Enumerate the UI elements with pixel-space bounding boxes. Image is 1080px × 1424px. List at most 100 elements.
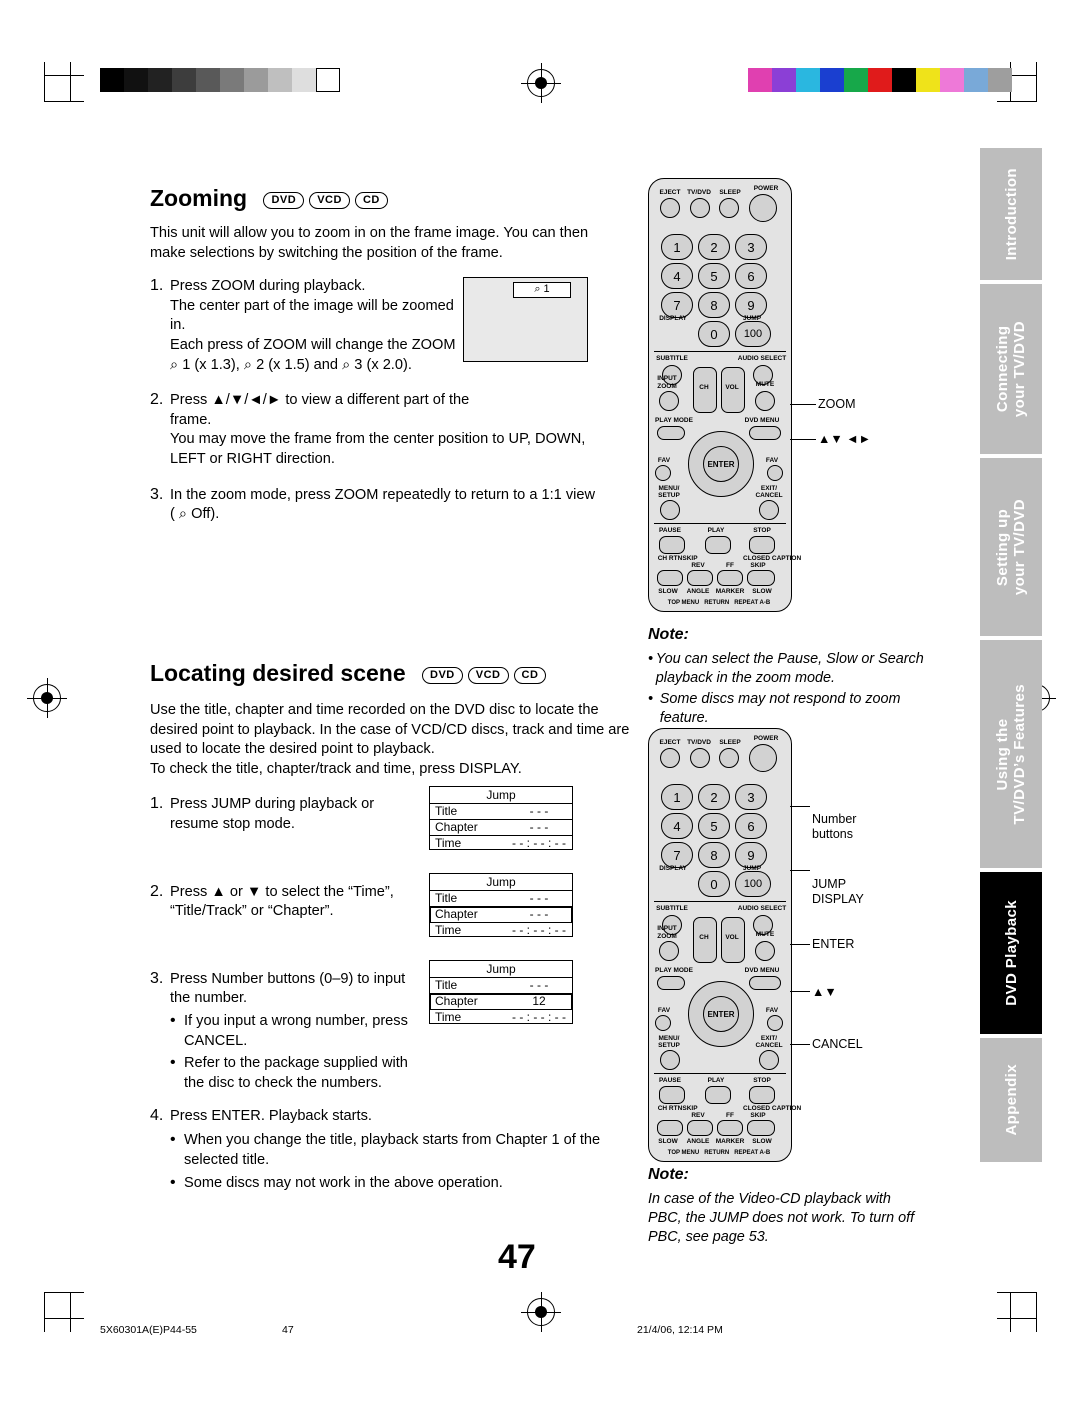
remote-exit-cancel-button[interactable] xyxy=(759,500,779,520)
remote-play-button[interactable] xyxy=(705,536,731,554)
remote-stop-button[interactable] xyxy=(749,536,775,554)
remote-play-mode-button[interactable] xyxy=(657,976,685,990)
note-text: Some discs may not respond to zoom featu… xyxy=(659,691,901,726)
remote-dvd-menu-button[interactable] xyxy=(749,976,781,990)
side-tab-setting-up[interactable]: Setting up your TV/DVD xyxy=(980,458,1042,636)
side-tab-introduction[interactable]: Introduction xyxy=(980,148,1042,280)
remote-tvdvd-button[interactable] xyxy=(690,748,710,768)
remote-number-1[interactable]: 1 xyxy=(661,234,693,260)
remote-number-8[interactable]: 8 xyxy=(698,292,730,318)
side-tab-using-features[interactable]: Using the TV/DVD’s Features xyxy=(980,640,1042,868)
side-tab-connecting[interactable]: Connecting your TV/DVD xyxy=(980,284,1042,454)
remote-number-1[interactable]: 1 xyxy=(661,784,693,810)
remote-menu-setup-button[interactable] xyxy=(660,500,680,520)
remote-stop-button[interactable] xyxy=(749,1086,775,1104)
jump-row-label: Time xyxy=(435,1010,462,1024)
remote-eject-button[interactable] xyxy=(660,748,680,768)
remote-label-sleep: SLEEP xyxy=(719,189,741,196)
remote-label-display: DISPLAY xyxy=(659,315,687,322)
remote-number-2[interactable]: 2 xyxy=(698,784,730,810)
remote-label-setup: SETUP xyxy=(658,492,680,499)
remote-fav-left-button[interactable] xyxy=(655,1015,671,1031)
callout-leader xyxy=(790,870,810,871)
remote-dvd-menu-button[interactable] xyxy=(749,426,781,440)
footer-right: 21/4/06, 12:14 PM xyxy=(637,1324,723,1336)
remote-number-6[interactable]: 6 xyxy=(735,263,767,289)
manual-page: Introduction Connecting your TV/DVD Sett… xyxy=(0,0,1080,1424)
remote-number-5[interactable]: 5 xyxy=(698,813,730,839)
remote-play-mode-button[interactable] xyxy=(657,426,685,440)
remote-input-zoom-button[interactable] xyxy=(659,391,679,411)
remote-label-rev: REV xyxy=(691,562,705,569)
remote-number-100[interactable]: 100 xyxy=(735,321,771,347)
remote-sleep-button[interactable] xyxy=(719,198,739,218)
remote-label-fav-left: FAV xyxy=(657,1007,671,1014)
remote-label-power: POWER xyxy=(753,735,779,742)
remote-number-8[interactable]: 8 xyxy=(698,842,730,868)
remote-power-button[interactable] xyxy=(749,194,777,222)
step-number: 1. xyxy=(150,795,164,813)
crop-mark xyxy=(1010,1292,1011,1332)
page-title-zooming: Zooming DVD VCD CD xyxy=(150,185,620,212)
remote-number-3[interactable]: 3 xyxy=(735,234,767,260)
remote-mute-button[interactable] xyxy=(755,941,775,961)
remote-rev-button[interactable] xyxy=(687,570,713,586)
remote-pause-button[interactable] xyxy=(659,1086,685,1104)
remote-label-audio-select: AUDIO SELECT xyxy=(737,905,787,912)
remote-label-dvd-menu: DVD MENU xyxy=(744,967,780,974)
remote-input-zoom-button[interactable] xyxy=(659,941,679,961)
remote-ch-rtn-button[interactable] xyxy=(657,570,683,586)
remote-ff-button[interactable] xyxy=(717,1120,743,1136)
remote-ch-rtn-button[interactable] xyxy=(657,1120,683,1136)
remote-label-exit: EXIT/ xyxy=(760,1035,778,1042)
bullet-text: When you change the title, playback star… xyxy=(184,1131,601,1168)
side-tab-appendix[interactable]: Appendix xyxy=(980,1038,1042,1162)
remote-label-angle: ANGLE xyxy=(686,588,710,595)
remote-number-100[interactable]: 100 xyxy=(735,871,771,897)
remote-closed-caption-button[interactable] xyxy=(747,1120,775,1136)
remote-enter-button[interactable]: ENTER xyxy=(703,996,739,1032)
remote-eject-button[interactable] xyxy=(660,198,680,218)
remote-number-5[interactable]: 5 xyxy=(698,263,730,289)
remote-number-6[interactable]: 6 xyxy=(735,813,767,839)
side-tab-label: Setting up your TV/DVD xyxy=(994,498,1028,596)
remote-number-4[interactable]: 4 xyxy=(661,813,693,839)
remote-label-ch: CH xyxy=(699,934,709,941)
remote-tvdvd-button[interactable] xyxy=(690,198,710,218)
remote-fav-left-button[interactable] xyxy=(655,465,671,481)
side-tab-dvd-playback[interactable]: DVD Playback xyxy=(980,872,1042,1034)
remote-number-0[interactable]: 0 xyxy=(698,321,730,347)
remote-exit-cancel-button[interactable] xyxy=(759,1050,779,1070)
remote-label-skip-right: SKIP xyxy=(750,1112,766,1119)
crop-mark xyxy=(44,1292,84,1293)
remote-closed-caption-button[interactable] xyxy=(747,570,775,586)
registration-mark xyxy=(521,63,561,103)
remote-fav-right-button[interactable] xyxy=(767,465,783,481)
remote-label-setup: SETUP xyxy=(658,1042,680,1049)
remote-power-button[interactable] xyxy=(749,744,777,772)
remote-mute-button[interactable] xyxy=(755,391,775,411)
remote-fav-right-button[interactable] xyxy=(767,1015,783,1031)
remote-sleep-button[interactable] xyxy=(719,748,739,768)
side-tab-label: DVD Playback xyxy=(1002,900,1020,1006)
remote-rev-button[interactable] xyxy=(687,1120,713,1136)
remote-number-2[interactable]: 2 xyxy=(698,234,730,260)
remote-ff-button[interactable] xyxy=(717,570,743,586)
remote-number-3[interactable]: 3 xyxy=(735,784,767,810)
remote-label-ff: FF xyxy=(726,1112,734,1119)
zooming-title-text: Zooming xyxy=(150,185,248,211)
remote-pause-button[interactable] xyxy=(659,536,685,554)
callout-enter: ENTER xyxy=(812,937,854,952)
remote-number-0[interactable]: 0 xyxy=(698,871,730,897)
remote-enter-button[interactable]: ENTER xyxy=(703,446,739,482)
crop-mark xyxy=(44,1292,45,1332)
callout-text: ▲▼ ◄► xyxy=(818,432,871,446)
zooming-step-2: 2. Press ▲/▼/◄/► to view a different par… xyxy=(150,391,620,469)
jump-row: Chapter - - - xyxy=(430,820,572,836)
locating-step-4: 4. Press ENTER. Playback starts. • When … xyxy=(150,1107,610,1193)
remote-play-button[interactable] xyxy=(705,1086,731,1104)
remote-menu-setup-button[interactable] xyxy=(660,1050,680,1070)
remote-number-4[interactable]: 4 xyxy=(661,263,693,289)
callout-leader xyxy=(790,439,816,440)
remote-label-menu-setup: MENU/ xyxy=(658,485,680,492)
